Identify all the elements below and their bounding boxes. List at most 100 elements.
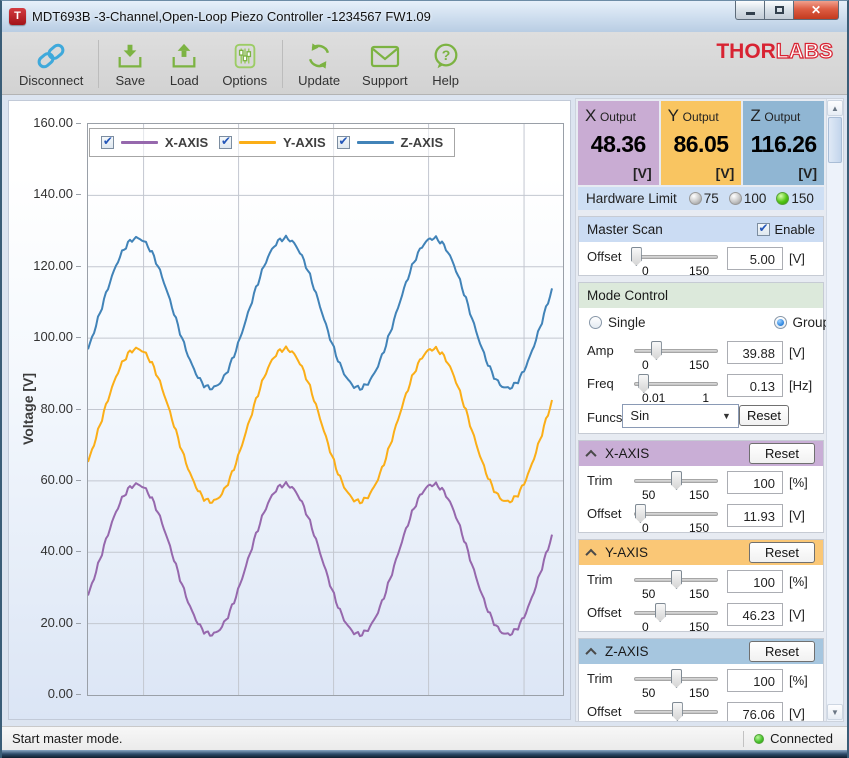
output-word: Output [764, 110, 800, 124]
slider-min-label: 0.01 [642, 391, 665, 405]
slider-track[interactable] [634, 512, 718, 516]
z-trim-row: Trim 50 150 100 [%] [579, 664, 823, 697]
legend-item-z-axis: Z-AXIS [337, 135, 444, 150]
connection-status-icon [754, 734, 764, 744]
radio-sphere-icon[interactable] [689, 192, 702, 205]
disconnect-button[interactable]: Disconnect [8, 34, 94, 94]
hardware-limit-bar: Hardware Limit 75100150 [578, 187, 824, 210]
enable-checkbox-wrap[interactable]: Enable [757, 222, 815, 237]
y-trim-value-input[interactable]: 100 [727, 570, 783, 593]
options-button[interactable]: Options [211, 34, 278, 94]
x-offset-value-input[interactable]: 11.93 [727, 504, 783, 527]
funcs-select[interactable]: Sin ▼ [622, 404, 739, 428]
mode-control-header: Mode Control [579, 283, 823, 308]
radio-sphere-icon[interactable] [729, 192, 742, 205]
collapse-caret-icon[interactable] [585, 449, 596, 460]
x-output-value: 48.36 [585, 131, 652, 158]
master-scan-header: Master Scan Enable [579, 217, 823, 242]
support-button[interactable]: Support [351, 34, 419, 94]
master-offset-slider[interactable]: 0 150 [633, 245, 719, 275]
group-radio[interactable]: Group [774, 315, 831, 330]
slider-label: Offset [587, 601, 633, 620]
radio-icon[interactable] [774, 316, 787, 329]
z-offset-value-input[interactable]: 76.06 [727, 702, 783, 722]
y-axis-reset-button[interactable]: Reset [749, 542, 815, 563]
slider-thumb[interactable] [671, 471, 682, 490]
slider-track[interactable] [634, 255, 718, 259]
amp-value-input[interactable]: 39.88 [727, 341, 783, 364]
unit-label: [V] [783, 245, 815, 266]
waveform-svg [88, 124, 563, 695]
scroll-down-icon[interactable]: ▼ [827, 704, 843, 720]
mode-reset-button[interactable]: Reset [739, 405, 789, 426]
scrollbar-thumb[interactable] [828, 117, 842, 163]
output-displays: X Output 48.36 [V] Y Output 86.05 [V] Z … [578, 101, 824, 185]
unit-label: [V] [783, 502, 815, 523]
single-label: Single [608, 315, 646, 330]
z-trim-value-input[interactable]: 100 [727, 669, 783, 692]
master-offset-value-input[interactable]: 5.00 [727, 247, 783, 270]
y-offset-slider[interactable]: 0 150 [633, 601, 719, 631]
collapse-caret-icon[interactable] [585, 647, 596, 658]
slider-thumb[interactable] [631, 247, 642, 266]
scroll-up-icon[interactable]: ▲ [827, 100, 843, 116]
update-button[interactable]: Update [287, 34, 351, 94]
help-button[interactable]: ? Help [419, 34, 473, 94]
slider-thumb[interactable] [671, 669, 682, 688]
toolbar-label: Support [362, 73, 408, 88]
freq-slider[interactable]: 0.01 1 [633, 372, 719, 402]
master-scan-group: Master Scan Enable Offset 0 150 [578, 216, 824, 276]
z-offset-slider[interactable]: 0 150 [633, 700, 719, 722]
y-tick-label: 80.00 [40, 401, 81, 416]
app-window: T MDT693B -3-Channel,Open-Loop Piezo Con… [0, 0, 849, 758]
slider-max-label: 150 [689, 488, 709, 502]
wave-x-axis [88, 482, 552, 636]
maximize-button[interactable] [765, 1, 794, 20]
slider-thumb[interactable] [671, 570, 682, 589]
radio-sphere-icon[interactable] [776, 192, 789, 205]
enable-checkbox[interactable] [757, 223, 770, 236]
close-button[interactable]: ✕ [794, 1, 839, 20]
load-button[interactable]: Load [157, 34, 211, 94]
funcs-label: Funcs [587, 406, 622, 425]
slider-thumb[interactable] [672, 702, 683, 721]
radio-icon[interactable] [589, 316, 602, 329]
y-tick-label: 40.00 [40, 543, 81, 558]
hardware-limit-option-label: 75 [704, 191, 719, 206]
y-trim-slider[interactable]: 50 150 [633, 568, 719, 598]
minimize-button[interactable] [735, 1, 765, 20]
slider-thumb[interactable] [655, 603, 666, 622]
axis-letter: Z [750, 106, 760, 125]
collapse-caret-icon[interactable] [585, 548, 596, 559]
z-trim-slider[interactable]: 50 150 [633, 667, 719, 697]
toolbar-separator [282, 40, 283, 88]
freq-row: Freq 0.01 1 0.13 [Hz] [579, 369, 823, 402]
x-offset-slider[interactable]: 0 150 [633, 502, 719, 532]
y-offset-value-input[interactable]: 46.23 [727, 603, 783, 626]
mode-radio-row: Single Group [579, 308, 823, 336]
save-icon [114, 40, 146, 72]
legend-checkbox[interactable] [219, 136, 232, 149]
x-trim-value-input[interactable]: 100 [727, 471, 783, 494]
slider-track[interactable] [634, 611, 718, 615]
slider-track[interactable] [634, 349, 718, 353]
slider-thumb[interactable] [651, 341, 662, 360]
x-axis-reset-button[interactable]: Reset [749, 443, 815, 464]
slider-max-label: 1 [702, 391, 709, 405]
legend-checkbox[interactable] [101, 136, 114, 149]
hardware-limit-option-150[interactable]: 150 [776, 191, 814, 206]
logo-thor: THOR [716, 40, 776, 63]
status-bar: Start master mode. Connected [2, 726, 847, 750]
panel-scrollbar[interactable]: ▲ ▼ [826, 99, 843, 721]
amp-slider[interactable]: 0 150 [633, 339, 719, 369]
slider-label: Offset [587, 502, 633, 521]
save-button[interactable]: Save [103, 34, 157, 94]
z-axis-reset-button[interactable]: Reset [749, 641, 815, 662]
hardware-limit-option-75[interactable]: 75 [689, 191, 719, 206]
x-trim-slider[interactable]: 50 150 [633, 469, 719, 499]
options-icon [229, 40, 261, 72]
legend-checkbox[interactable] [337, 136, 350, 149]
freq-value-input[interactable]: 0.13 [727, 374, 783, 397]
single-radio[interactable]: Single [589, 315, 646, 330]
hardware-limit-option-100[interactable]: 100 [729, 191, 767, 206]
